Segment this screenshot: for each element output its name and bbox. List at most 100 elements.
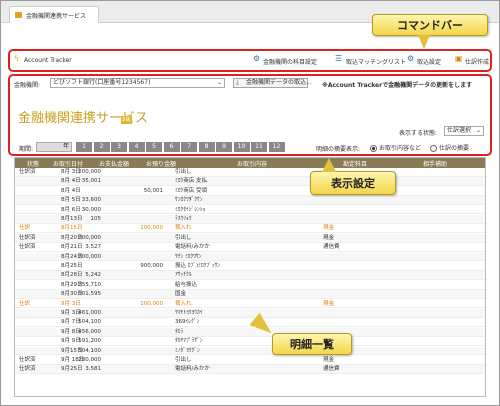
create-journal-button[interactable]: 仕訳作成 [465, 57, 489, 66]
header-account[interactable]: 勘定科目 [343, 159, 367, 168]
cell-pay: 461,000 [78, 310, 101, 316]
transaction-table: 状態 お取引日付 お支払金額 お預り金額 お取引内容 勘定科目 相手補助 仕訳済… [14, 157, 486, 397]
header-deposit[interactable]: お預り金額 [146, 159, 176, 168]
import-data-button[interactable]: ⤓ 金融機関データの取込... [233, 78, 312, 88]
cell-pay: 33,600 [81, 197, 101, 204]
header-status[interactable]: 状態 [27, 159, 39, 168]
table-row[interactable]: 仕訳済 8月 3日 200,000 引出し [15, 168, 485, 177]
display-state-label: 表示する状態: [399, 130, 438, 137]
year-value: 年 [62, 143, 69, 150]
header-sub[interactable]: 相手補助 [423, 159, 447, 168]
table-row[interactable]: 仕訳済 9月25日 3,581 電話料/みかか 通信費 [15, 365, 485, 375]
cell-pay: 255,710 [78, 281, 101, 288]
display-state-select[interactable]: 仕訳選択 ⌄ [444, 126, 484, 136]
table-row[interactable]: 8月29日 255,710 給与振込 [15, 281, 485, 290]
table-row[interactable]: 仕訳済 8月21日 3,527 電話料/みかか 通信費 [15, 243, 485, 252]
cell-pay: 200,000 [78, 253, 101, 260]
cell-account: 現金 [323, 357, 335, 363]
cell-pay: 35,001 [81, 178, 101, 185]
matching-list-button[interactable]: 取込マッチングリスト [346, 57, 406, 66]
cell-pay: 101,595 [78, 291, 101, 298]
header-payment[interactable]: お支払金額 [99, 159, 129, 168]
service-tab-icon [15, 12, 22, 18]
detail-option-summary[interactable]: 仕訳の摘要 [430, 143, 469, 152]
month-button[interactable]: 6 [163, 142, 180, 152]
display-state-value: 仕訳選択 [447, 127, 472, 134]
table-row[interactable]: 8月 5日 33,600 ｻﾝﾛｸﾜﾀﾞｸｻﾝ [15, 196, 485, 205]
institution-select[interactable]: どびソフト銀行(口座番号1234567) ⌄ [50, 78, 225, 88]
cell-content: 引出し [175, 234, 192, 241]
account-setting-button[interactable]: 金融機関の科目設定 [263, 57, 317, 66]
table-row[interactable]: 8月30日 101,595 国金 [15, 290, 485, 299]
month-button[interactable]: 4 [128, 142, 145, 152]
table-row[interactable]: 9月 3日 461,000 ﾔﾏﾓﾄﾖｳﾖｳｶｲ [15, 309, 485, 318]
month-button[interactable]: 1 [76, 142, 92, 152]
table-row[interactable]: 9月 8日 456,000 ﾀｶﾗ [15, 327, 485, 337]
cell-content: 預入れ [175, 300, 192, 307]
cell-content: ﾔﾁﾝ ﾐﾛｸﾜｻﾝ [175, 253, 202, 260]
radio-selected-icon[interactable] [370, 145, 377, 152]
month-button[interactable]: 11 [251, 142, 267, 152]
table-row[interactable]: 仕訳 9月 3日 100,000 預入れ 現金 [15, 300, 485, 309]
cell-pay: 504,100 [78, 347, 101, 354]
cell-date: 9月 3日 [61, 300, 81, 307]
header-content[interactable]: お取引内容 [237, 159, 267, 168]
detail-option-content[interactable]: お取引内容など [370, 143, 421, 152]
cell-content: ｱｻｯﾁｸﾙ [175, 272, 192, 279]
cell-deposit: 100,000 [140, 300, 163, 307]
table-row[interactable]: 9月 9日 591,200 ﾀｶﾔﾏﾌﾟﾗｻﾞﾝ [15, 337, 485, 346]
year-select[interactable]: 年 [36, 142, 72, 152]
table-row[interactable]: 仕訳済 8月20日 200,000 引出し 現金 [15, 233, 485, 243]
cell-content: ｻﾝﾛｸﾜﾀﾞｸｻﾝ [175, 197, 203, 204]
download-icon: ⤓ [236, 79, 239, 86]
gear-icon: ⚙ [253, 54, 261, 63]
cell-pay: 105 [90, 216, 102, 222]
cell-status: 仕訳済 [19, 244, 36, 251]
table-row[interactable]: 8月 6日 30,000 ﾐﾛｸｾｲｼﾞｼﾝｼｮ [15, 206, 485, 215]
table-row[interactable]: 8月13日 105 ﾃｽｳﾘｮｳ [15, 215, 485, 224]
month-button[interactable]: 12 [268, 142, 285, 152]
month-button[interactable]: 2 [93, 142, 110, 152]
table-row[interactable]: 仕訳済 9月 18日 200,000 引出し 現金 [15, 356, 485, 365]
radio-icon[interactable] [430, 145, 437, 152]
table-row[interactable]: 8月 4日 50,001 ﾐﾛｸ商店 受領 [15, 187, 485, 196]
cell-content: 預入れ [175, 225, 192, 232]
tab-title: 金融機関連携サービス [26, 13, 87, 20]
cell-status: 仕訳 [19, 300, 31, 307]
month-button[interactable]: 5 [146, 142, 162, 152]
import-setting-button[interactable]: 取込設定 [417, 57, 441, 66]
app-name-label[interactable]: Account Tracker [24, 57, 72, 64]
table-row[interactable]: 8月28日 5,242 ｱｻｯﾁｸﾙ [15, 271, 485, 281]
beta-badge: β版 [121, 116, 132, 124]
lightning-icon: ϟ [14, 54, 20, 63]
cell-content: 給与振込 [175, 281, 198, 288]
callout-display-settings: 表示設定 [310, 171, 396, 195]
table-row[interactable]: 8月25日 900,000 振込 ｶﾌﾞ)ﾐﾛｸﾌﾞｯｻﾝ [15, 262, 485, 271]
table-row[interactable]: 仕訳 8月15日 100,000 預入れ 現金 [15, 224, 485, 234]
tab-service[interactable]: 金融機関連携サービス [9, 6, 99, 23]
month-button[interactable]: 7 [181, 142, 197, 152]
header-date[interactable]: お取引日付 [53, 159, 83, 168]
cell-status: 仕訳済 [19, 357, 36, 363]
cell-account: 現金 [323, 300, 335, 307]
cell-pay: 3,581 [85, 366, 101, 373]
cell-content: ﾐﾛｸ商店 受領 [175, 187, 207, 194]
cell-content: ﾃｽｳﾘｮｳ [175, 216, 192, 222]
month-button[interactable]: 8 [198, 142, 215, 152]
table-row[interactable]: 8月 4日 35,001 ﾐﾛｸ商店 支払 [15, 177, 485, 187]
chevron-down-icon: ⌄ [216, 79, 222, 86]
cell-status: 仕訳済 [19, 169, 36, 175]
gear-icon: ⚙ [407, 54, 415, 63]
table-row[interactable]: 9月15日 504,100 ﾐﾉﾀﾞﾖｳｸﾞﾝ [15, 346, 485, 356]
table-row[interactable]: 8月24日 200,000 ﾔﾁﾝ ﾐﾛｸﾜｻﾝ [15, 252, 485, 262]
cell-pay: 200,000 [78, 169, 101, 175]
cell-content: ﾔﾏﾓﾄﾖｳﾖｳｶｲ [175, 310, 203, 316]
month-button[interactable]: 3 [111, 142, 127, 152]
notice-text: ※Account Trackerで金融機関データの更新をします [322, 82, 473, 89]
month-button[interactable]: 9 [216, 142, 232, 152]
cell-content: 引出し [175, 169, 192, 175]
callout-detail-list: 明細一覧 [272, 333, 352, 355]
month-button[interactable]: 10 [233, 142, 250, 152]
chevron-down-icon: ⌄ [475, 127, 481, 134]
cell-deposit: 900,000 [140, 263, 163, 269]
